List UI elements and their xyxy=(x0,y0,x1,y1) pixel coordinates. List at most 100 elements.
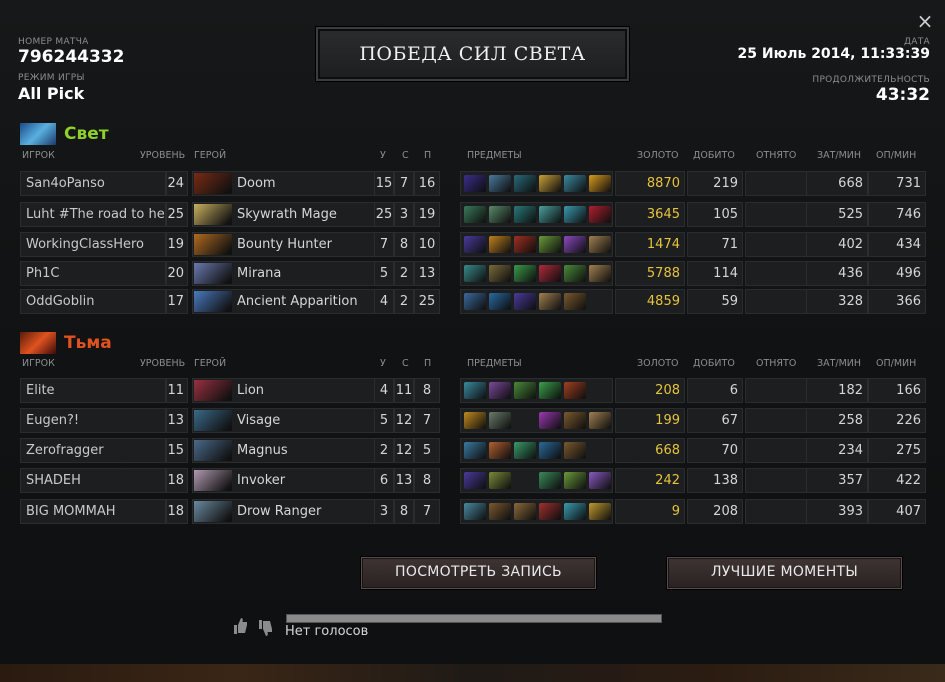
item-slot[interactable] xyxy=(564,382,586,399)
player-row[interactable]: Ph1C20Mirana521357881143436496 xyxy=(20,261,926,286)
hero-portrait[interactable] xyxy=(194,440,232,461)
item-slot[interactable] xyxy=(589,412,611,429)
item-slot[interactable] xyxy=(539,265,561,282)
thumbs-down-icon[interactable] xyxy=(257,619,273,637)
player-name[interactable]: WorkingClassHero xyxy=(20,232,166,257)
item-slot[interactable] xyxy=(514,265,536,282)
item-slot[interactable] xyxy=(564,293,586,310)
item-slot[interactable] xyxy=(489,236,511,253)
hero-cell[interactable]: Ancient Apparition xyxy=(192,289,384,314)
item-slot[interactable] xyxy=(464,442,486,459)
player-name[interactable]: Elite xyxy=(20,378,166,403)
close-icon[interactable]: × xyxy=(915,10,935,32)
item-slot[interactable] xyxy=(539,442,561,459)
thumbs-up-icon[interactable] xyxy=(232,617,248,635)
item-slot[interactable] xyxy=(514,175,536,192)
hero-portrait[interactable] xyxy=(194,263,232,284)
player-row[interactable]: SHADEH18Invoker613824213812357422 xyxy=(20,468,926,493)
item-slot[interactable] xyxy=(489,206,511,223)
player-name[interactable]: Zerofragger xyxy=(20,438,166,463)
item-slot[interactable] xyxy=(464,236,486,253)
item-slot[interactable] xyxy=(464,472,486,489)
item-slot[interactable] xyxy=(539,293,561,310)
item-slot[interactable] xyxy=(589,265,611,282)
hero-portrait[interactable] xyxy=(194,470,232,491)
item-slot[interactable] xyxy=(589,236,611,253)
item-slot[interactable] xyxy=(514,206,536,223)
player-row[interactable]: Eugen?!13Visage5127199672258226 xyxy=(20,408,926,433)
item-slot[interactable] xyxy=(564,503,586,520)
item-slot[interactable] xyxy=(589,206,611,223)
player-row[interactable]: BIG MOMMAH18Drow Ranger387920812393407 xyxy=(20,499,926,524)
item-slot[interactable] xyxy=(489,382,511,399)
hero-cell[interactable]: Magnus xyxy=(192,438,384,463)
item-slot[interactable] xyxy=(564,236,586,253)
player-row[interactable]: Elite11Lion411820861182166 xyxy=(20,378,926,403)
player-name[interactable]: Luht #The road to hell xyxy=(20,202,166,227)
item-slot[interactable] xyxy=(464,412,486,429)
item-slot[interactable] xyxy=(564,265,586,282)
item-slot[interactable] xyxy=(489,412,511,429)
player-row[interactable]: San4oPanso24Doom15716887021919668731 xyxy=(20,171,926,196)
item-slot[interactable] xyxy=(489,175,511,192)
item-slot[interactable] xyxy=(564,472,586,489)
hero-cell[interactable]: Invoker xyxy=(192,468,384,493)
item-slot[interactable] xyxy=(464,382,486,399)
item-slot[interactable] xyxy=(539,236,561,253)
hero-cell[interactable]: Drow Ranger xyxy=(192,499,384,524)
item-slot[interactable] xyxy=(489,265,511,282)
item-slot[interactable] xyxy=(514,503,536,520)
player-name[interactable]: Ph1C xyxy=(20,261,166,286)
hero-portrait[interactable] xyxy=(194,173,232,194)
item-slot[interactable] xyxy=(539,175,561,192)
player-name[interactable]: BIG MOMMAH xyxy=(20,499,166,524)
player-row[interactable]: WorkingClassHero 19 Bounty Hunter 7 8 10 1474 7… xyxy=(20,232,926,257)
item-slot[interactable] xyxy=(489,293,511,310)
item-slot[interactable] xyxy=(564,412,586,429)
item-slot[interactable] xyxy=(464,503,486,520)
hero-portrait[interactable] xyxy=(194,410,232,431)
item-slot[interactable] xyxy=(564,442,586,459)
item-slot[interactable] xyxy=(464,265,486,282)
item-slot[interactable] xyxy=(464,175,486,192)
item-slot[interactable] xyxy=(539,206,561,223)
player-row[interactable]: OddGoblin17Ancient Apparition42254859592… xyxy=(20,289,926,314)
item-slot[interactable] xyxy=(539,472,561,489)
watch-replay-button[interactable]: ПОСМОТРЕТЬ ЗАПИСЬ xyxy=(361,557,596,589)
item-slot[interactable] xyxy=(464,206,486,223)
item-slot[interactable] xyxy=(539,412,561,429)
item-slot[interactable] xyxy=(564,175,586,192)
item-slot[interactable] xyxy=(514,293,536,310)
item-slot[interactable] xyxy=(489,442,511,459)
player-name[interactable]: SHADEH xyxy=(20,468,166,493)
hero-cell[interactable]: Bounty Hunter xyxy=(192,232,384,257)
player-name[interactable]: San4oPanso xyxy=(20,171,166,196)
item-slot[interactable] xyxy=(539,382,561,399)
hero-portrait[interactable] xyxy=(194,380,232,401)
highlights-button[interactable]: ЛУЧШИЕ МОМЕНТЫ xyxy=(667,557,902,589)
hero-portrait[interactable] xyxy=(194,204,232,225)
player-row[interactable]: Zerofragger15Magnus2125668702234275 xyxy=(20,438,926,463)
hero-cell[interactable]: Mirana xyxy=(192,261,384,286)
item-slot[interactable] xyxy=(539,503,561,520)
item-slot[interactable] xyxy=(589,472,611,489)
item-slot[interactable] xyxy=(514,382,536,399)
item-slot[interactable] xyxy=(514,442,536,459)
item-slot[interactable] xyxy=(514,236,536,253)
hero-portrait[interactable] xyxy=(194,501,232,522)
hero-cell[interactable]: Doom xyxy=(192,171,384,196)
hero-cell[interactable]: Lion xyxy=(192,378,384,403)
player-row[interactable]: Luht #The road to hell 25 Skywrath Mage 25 3… xyxy=(20,202,926,227)
item-slot[interactable] xyxy=(589,175,611,192)
player-name[interactable]: OddGoblin xyxy=(20,289,166,314)
hero-portrait[interactable] xyxy=(194,291,232,312)
item-slot[interactable] xyxy=(464,293,486,310)
item-slot[interactable] xyxy=(489,472,511,489)
player-name[interactable]: Eugen?! xyxy=(20,408,166,433)
hero-cell[interactable]: Visage xyxy=(192,408,384,433)
item-slot[interactable] xyxy=(489,503,511,520)
item-slot[interactable] xyxy=(564,206,586,223)
item-slot[interactable] xyxy=(589,503,611,520)
hero-portrait[interactable] xyxy=(194,234,232,255)
hero-cell[interactable]: Skywrath Mage xyxy=(192,202,384,227)
